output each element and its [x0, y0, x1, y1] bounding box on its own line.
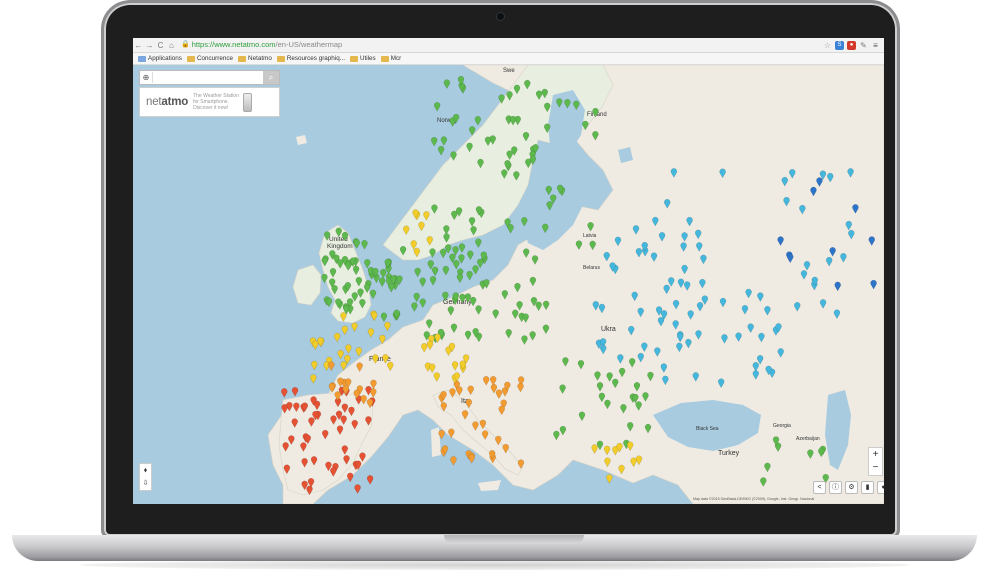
- search-input[interactable]: [152, 72, 263, 83]
- label-ukraine: Ukra: [601, 326, 616, 333]
- map-attribution: Map data ©2015 GeoBasis-DE/BKG (©2009), …: [693, 497, 815, 501]
- laptop-shadow: [80, 560, 910, 570]
- bookmark-resources[interactable]: Resources graphiq...: [276, 55, 345, 62]
- url-host: https://www.netatmo.com: [191, 40, 276, 49]
- apps-icon: [138, 55, 146, 62]
- user-icon[interactable]: ●: [877, 481, 884, 494]
- label-black-sea: Black Sea: [696, 426, 719, 432]
- info-icon[interactable]: ⓘ: [829, 481, 842, 494]
- bookmark-utiles[interactable]: Utiles: [349, 55, 376, 62]
- map-canvas[interactable]: Norway Finland Swe United Kingdom German…: [133, 65, 884, 504]
- netatmo-logo: netatmo: [146, 96, 189, 108]
- folder-icon: [186, 55, 195, 62]
- bookmarks-bar: Applications Concurrence Netatmo Resourc…: [133, 53, 884, 65]
- ext-icon[interactable]: ●: [847, 40, 856, 50]
- label-latvia: Latvia: [583, 233, 597, 239]
- ad-tagline: The Weather Station for Smartphone. Disc…: [193, 93, 239, 111]
- bookmark-netatmo[interactable]: Netatmo: [238, 55, 272, 62]
- label-belarus: Belarus: [583, 265, 600, 271]
- extensions: ☆ S ● ✎ ≡: [823, 40, 880, 50]
- bookmark-concurrence[interactable]: Concurrence: [186, 55, 233, 62]
- zoom-out-button[interactable]: −: [869, 461, 882, 474]
- netatmo-ad[interactable]: netatmo The Weather Station for Smartpho…: [139, 87, 280, 117]
- reload-icon[interactable]: C: [155, 41, 166, 50]
- label-uk-line2: Kingdom: [327, 243, 353, 250]
- folder-icon: [276, 55, 285, 62]
- zoom-in-button[interactable]: +: [869, 448, 882, 461]
- station-device-icon: [243, 92, 253, 112]
- folder-icon: [238, 55, 247, 62]
- camera-icon: [497, 13, 504, 20]
- lock-icon: 🔒: [181, 41, 190, 48]
- laptop-notch: [444, 535, 584, 544]
- pegman-icon[interactable]: ⇩: [140, 477, 151, 490]
- label-azerbaijan: Azerbaijan: [796, 436, 820, 442]
- browser-toolbar: ← → C ⌂ 🔒 https://www.netatmo.com /en-US…: [133, 38, 884, 53]
- url-path: /en-US/weathermap: [275, 40, 343, 49]
- map-toolbar: < ⓘ ⚙ ▮ ●: [813, 481, 884, 494]
- zoom-control: + −: [868, 447, 883, 476]
- label-sweden: Swe: [503, 68, 515, 74]
- weather-map[interactable]: Norway Finland Swe United Kingdom German…: [133, 65, 884, 504]
- compass-up-icon[interactable]: ⬧: [140, 464, 151, 477]
- locate-icon[interactable]: ⊕: [140, 73, 152, 82]
- map-search: ⊕ ⌕: [139, 70, 280, 85]
- bookmark-applications[interactable]: Applications: [138, 55, 182, 62]
- star-icon[interactable]: ☆: [823, 41, 832, 50]
- search-icon[interactable]: ⌕: [263, 71, 279, 84]
- skype-icon[interactable]: S: [835, 40, 844, 50]
- pen-icon[interactable]: ✎: [859, 41, 868, 50]
- home-icon[interactable]: ⌂: [166, 41, 177, 50]
- address-bar[interactable]: 🔒 https://www.netatmo.com /en-US/weather…: [181, 40, 823, 50]
- label-turkey: Turkey: [718, 450, 740, 457]
- map-view-control[interactable]: ⬧ ⇩: [139, 463, 152, 491]
- screen: ← → C ⌂ 🔒 https://www.netatmo.com /en-US…: [133, 38, 884, 504]
- share-icon[interactable]: <: [813, 481, 826, 494]
- chart-icon[interactable]: ▮: [861, 481, 874, 494]
- back-icon[interactable]: ←: [133, 41, 144, 50]
- label-georgia: Georgia: [773, 423, 791, 429]
- menu-icon[interactable]: ≡: [871, 41, 880, 50]
- settings-icon[interactable]: ⚙: [845, 481, 858, 494]
- bookmark-mcr[interactable]: Mcr: [380, 55, 401, 62]
- forward-icon[interactable]: →: [144, 41, 155, 50]
- folder-icon: [349, 55, 358, 62]
- folder-icon: [380, 55, 389, 62]
